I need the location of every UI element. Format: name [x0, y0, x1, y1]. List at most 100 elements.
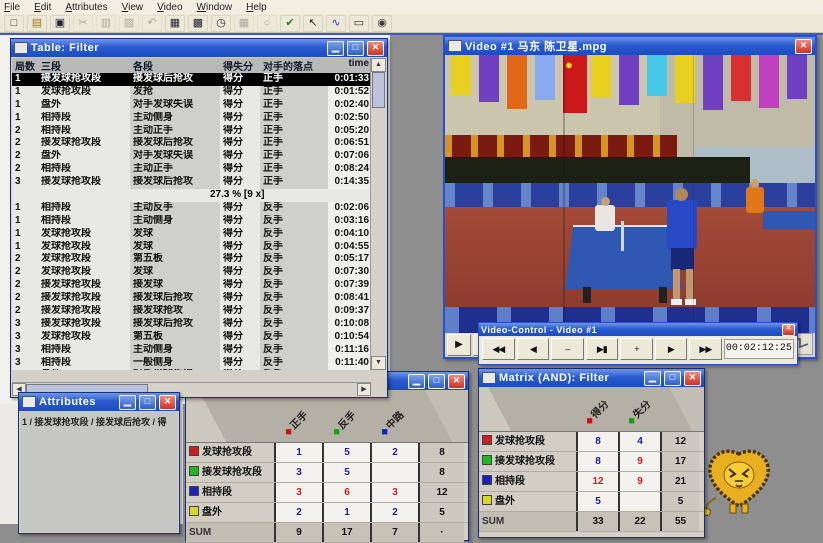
table-cell: 反手: [260, 228, 328, 241]
grid-icon: ▦: [234, 15, 254, 32]
table-cell: 0:02:40: [328, 99, 371, 112]
table-cell: 主动侧身: [130, 215, 220, 228]
menu-file[interactable]: File: [4, 2, 20, 13]
camera-icon[interactable]: ◉: [372, 15, 392, 32]
save-icon[interactable]: ▣: [50, 15, 70, 32]
clock-icon[interactable]: ◷: [211, 15, 231, 32]
column-header[interactable]: 各段: [130, 58, 220, 73]
minus-button[interactable]: –: [551, 338, 584, 360]
new-icon[interactable]: □: [4, 15, 24, 32]
table-cell: 0:02:50: [328, 112, 371, 125]
table-cell: 第五板: [130, 331, 220, 344]
table-row[interactable]: 2发球抢攻段第五板得分反手0:05:17: [12, 253, 371, 266]
table-row[interactable]: 3盘外对手发球失误得分反手0:12:27: [12, 369, 371, 370]
table-row[interactable]: 2发球抢攻段发球得分反手0:07:30: [12, 266, 371, 279]
menu-video[interactable]: Video: [157, 2, 182, 13]
table-row[interactable]: 1相持段主动侧身得分反手0:03:16: [12, 215, 371, 228]
table-row[interactable]: 1发球抢攻段发球得分反手0:04:10: [12, 228, 371, 241]
scroll-down-icon[interactable]: ▼: [371, 356, 386, 370]
table-row[interactable]: 2相持段主动正手得分正手0:08:24: [12, 163, 371, 176]
table-row[interactable]: 2接发球抢攻段接发球后抢攻得分正手0:06:51: [12, 137, 371, 150]
video-control-title-bar[interactable]: Video-Control - Video #1 ✕: [479, 323, 797, 336]
table-row[interactable]: 2接发球抢攻段接发球得分反手0:07:39: [12, 279, 371, 292]
close-icon[interactable]: ✕: [448, 374, 465, 389]
matrix-cell: 9: [274, 523, 322, 542]
matrix-and-title-bar[interactable]: Matrix (AND): Filter ▁ □ ✕: [479, 369, 704, 387]
table-row[interactable]: 3接发球抢攻段接发球后抢攻得分反手0:10:08: [12, 318, 371, 331]
minimize-button[interactable]: ▁: [408, 374, 425, 389]
column-header[interactable]: 得失分: [220, 58, 260, 73]
minimize-button[interactable]: ▁: [119, 395, 136, 410]
vertical-scrollbar[interactable]: ▲ ▼: [370, 58, 386, 370]
maximize-button[interactable]: □: [664, 371, 681, 386]
table-row[interactable]: 1相持段主动侧身得分正手0:02:50: [12, 112, 371, 125]
column-header[interactable]: 三段: [38, 58, 130, 73]
table-row[interactable]: 1发球抢攻段发抢得分正手0:01:52: [12, 86, 371, 99]
check-icon[interactable]: ✔: [280, 15, 300, 32]
scroll-up-icon[interactable]: ▲: [371, 58, 386, 72]
table-row[interactable]: 1相持段主动反手得分反手0:02:06: [12, 202, 371, 215]
menu-attributes[interactable]: Attributes: [65, 2, 107, 13]
video-frame[interactable]: [445, 55, 815, 333]
table-cell: 盘外: [38, 369, 130, 370]
menu-help[interactable]: Help: [246, 2, 267, 13]
video-window-title-bar[interactable]: Video #1 马东 陈卫星.mpg ✕: [445, 37, 815, 55]
table-cell: 0:04:10: [328, 228, 371, 241]
table-cell: 第五板: [130, 253, 220, 266]
table-cell: 接发球后抢攻: [130, 318, 220, 331]
column-header[interactable]: time: [328, 58, 371, 73]
close-icon[interactable]: ✕: [367, 41, 384, 56]
attributes-title: Attributes: [39, 396, 116, 408]
scroll-right-icon[interactable]: ▶: [357, 383, 371, 396]
table-row[interactable]: 2接发球抢攻段接发球抢攻得分反手0:09:37: [12, 305, 371, 318]
column-header[interactable]: 局数: [12, 58, 38, 73]
close-icon[interactable]: ✕: [159, 395, 176, 410]
menu-window[interactable]: Window: [197, 2, 233, 13]
table-cell: 1: [12, 99, 38, 112]
attributes-title-bar[interactable]: Attributes ▁ □ ✕: [19, 393, 179, 411]
play-pause-button[interactable]: ▶▮: [586, 338, 619, 360]
fast-forward-button[interactable]: ▶▶: [689, 338, 722, 360]
maximize-button[interactable]: □: [347, 41, 364, 56]
table-cell: 0:01:33: [328, 73, 371, 86]
table-row[interactable]: 1接发球抢攻段接发球后抢攻得分正手0:01:33: [12, 73, 371, 86]
close-icon[interactable]: ✕: [795, 39, 812, 54]
menu-edit[interactable]: Edit: [34, 2, 51, 13]
plus-button[interactable]: +: [620, 338, 653, 360]
video-icon[interactable]: ▦: [165, 15, 185, 32]
table-row[interactable]: 3相持段主动侧身得分反手0:11:16: [12, 344, 371, 357]
table-window-title-bar[interactable]: Table: Filter ▁ □ ✕: [11, 39, 387, 57]
table-row[interactable]: 2相持段主动正手得分正手0:05:20: [12, 125, 371, 138]
table-row[interactable]: 1发球抢攻段发球得分反手0:04:55: [12, 241, 371, 254]
scene-film-scratch: [693, 55, 694, 333]
table-row[interactable]: 2盘外对手发球失误得分正手0:07:06: [12, 150, 371, 163]
step-back-button[interactable]: ◀: [517, 338, 550, 360]
open-icon[interactable]: ▤: [27, 15, 47, 32]
step-forward-button[interactable]: ▶: [655, 338, 688, 360]
matrix-cell: 17: [322, 523, 370, 542]
cursor-icon[interactable]: ↖: [303, 15, 323, 32]
minimize-button[interactable]: ▁: [644, 371, 661, 386]
rewind-button[interactable]: ◀◀: [482, 338, 515, 360]
play-button[interactable]: ▶: [447, 334, 471, 356]
scroll-thumb[interactable]: [372, 72, 385, 108]
maximize-button[interactable]: □: [428, 374, 445, 389]
chart-icon[interactable]: ∿: [326, 15, 346, 32]
table-row[interactable]: 1盘外对手发球失误得分正手0:02:40: [12, 99, 371, 112]
matrix-cell: 2: [370, 503, 418, 522]
scene-flag: [479, 55, 499, 102]
table-row[interactable]: 3相持段一般侧身得分反手0:11:40: [12, 357, 371, 370]
table-cell: 2: [12, 292, 38, 305]
minimize-button[interactable]: ▁: [327, 41, 344, 56]
filmstrip-icon[interactable]: ▩: [188, 15, 208, 32]
maximize-button[interactable]: □: [139, 395, 156, 410]
table-row[interactable]: 3接发球抢攻段接发球后抢攻得分正手0:14:35: [12, 176, 371, 189]
close-icon[interactable]: ✕: [782, 324, 795, 336]
table-row[interactable]: 2接发球抢攻段接发球后抢攻得分反手0:08:41: [12, 292, 371, 305]
matrix-row-label: SUM: [479, 512, 576, 531]
monitor-icon[interactable]: ▭: [349, 15, 369, 32]
table-row[interactable]: 3发球抢攻段第五板得分反手0:10:54: [12, 331, 371, 344]
menu-view[interactable]: View: [122, 2, 144, 13]
close-icon[interactable]: ✕: [684, 371, 701, 386]
column-header[interactable]: 对手的落点: [260, 58, 328, 73]
